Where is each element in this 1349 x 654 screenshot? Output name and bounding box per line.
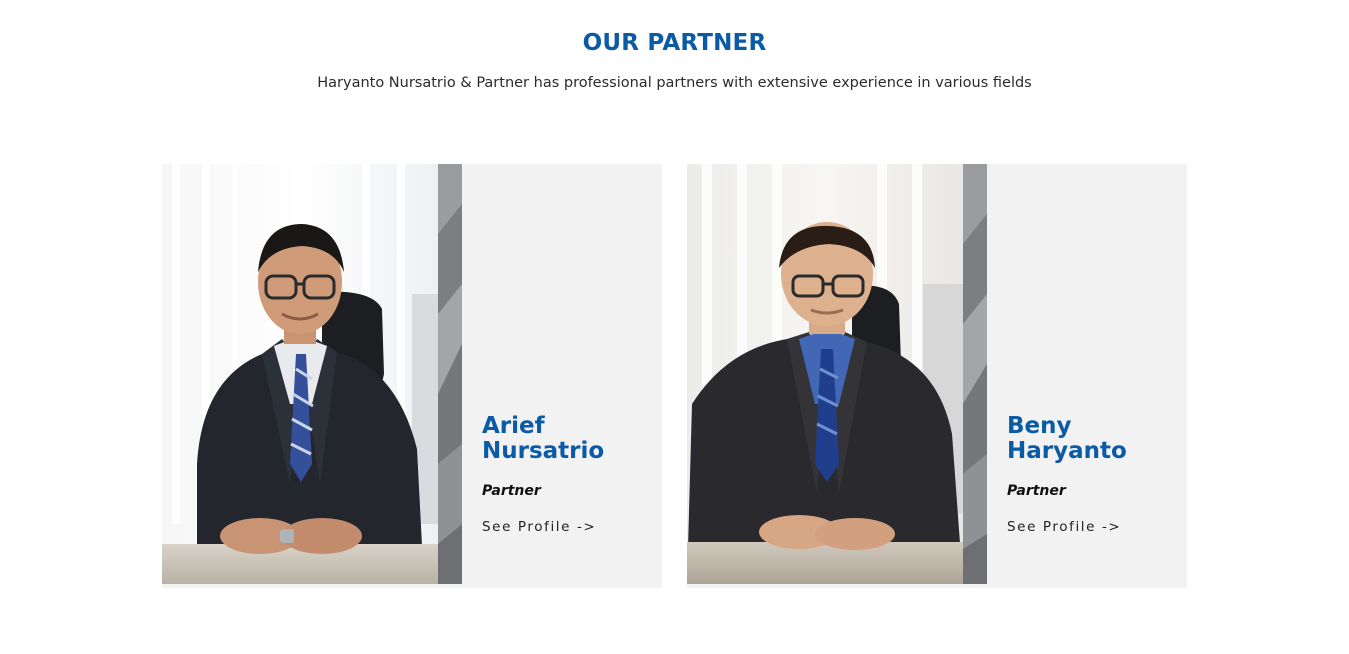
partner-last-name: Haryanto <box>1007 438 1127 464</box>
partner-role: Partner <box>482 483 541 499</box>
partner-role: Partner <box>1007 483 1066 499</box>
partner-first-name: Beny <box>1007 413 1072 439</box>
partner-info: Beny Haryanto Partner See Profile -> <box>1007 414 1177 536</box>
partner-name: Beny Haryanto <box>1007 414 1177 464</box>
see-profile-link[interactable]: See Profile -> <box>482 519 596 535</box>
partner-photo <box>162 164 438 584</box>
decorative-stripe <box>438 164 462 584</box>
partner-last-name: Nursatrio <box>482 438 605 464</box>
partner-name: Arief Nursatrio <box>482 414 652 464</box>
section-subtitle: Haryanto Nursatrio & Partner has profess… <box>317 75 1032 91</box>
partner-photo <box>687 164 963 584</box>
partner-info: Arief Nursatrio Partner See Profile -> <box>482 414 652 536</box>
see-profile-link[interactable]: See Profile -> <box>1007 519 1121 535</box>
partner-card: Arief Nursatrio Partner See Profile -> <box>162 164 662 588</box>
decorative-stripe <box>963 164 987 584</box>
partner-first-name: Arief <box>482 413 545 439</box>
section-title: OUR PARTNER <box>582 30 767 56</box>
partner-card: Beny Haryanto Partner See Profile -> <box>687 164 1187 588</box>
